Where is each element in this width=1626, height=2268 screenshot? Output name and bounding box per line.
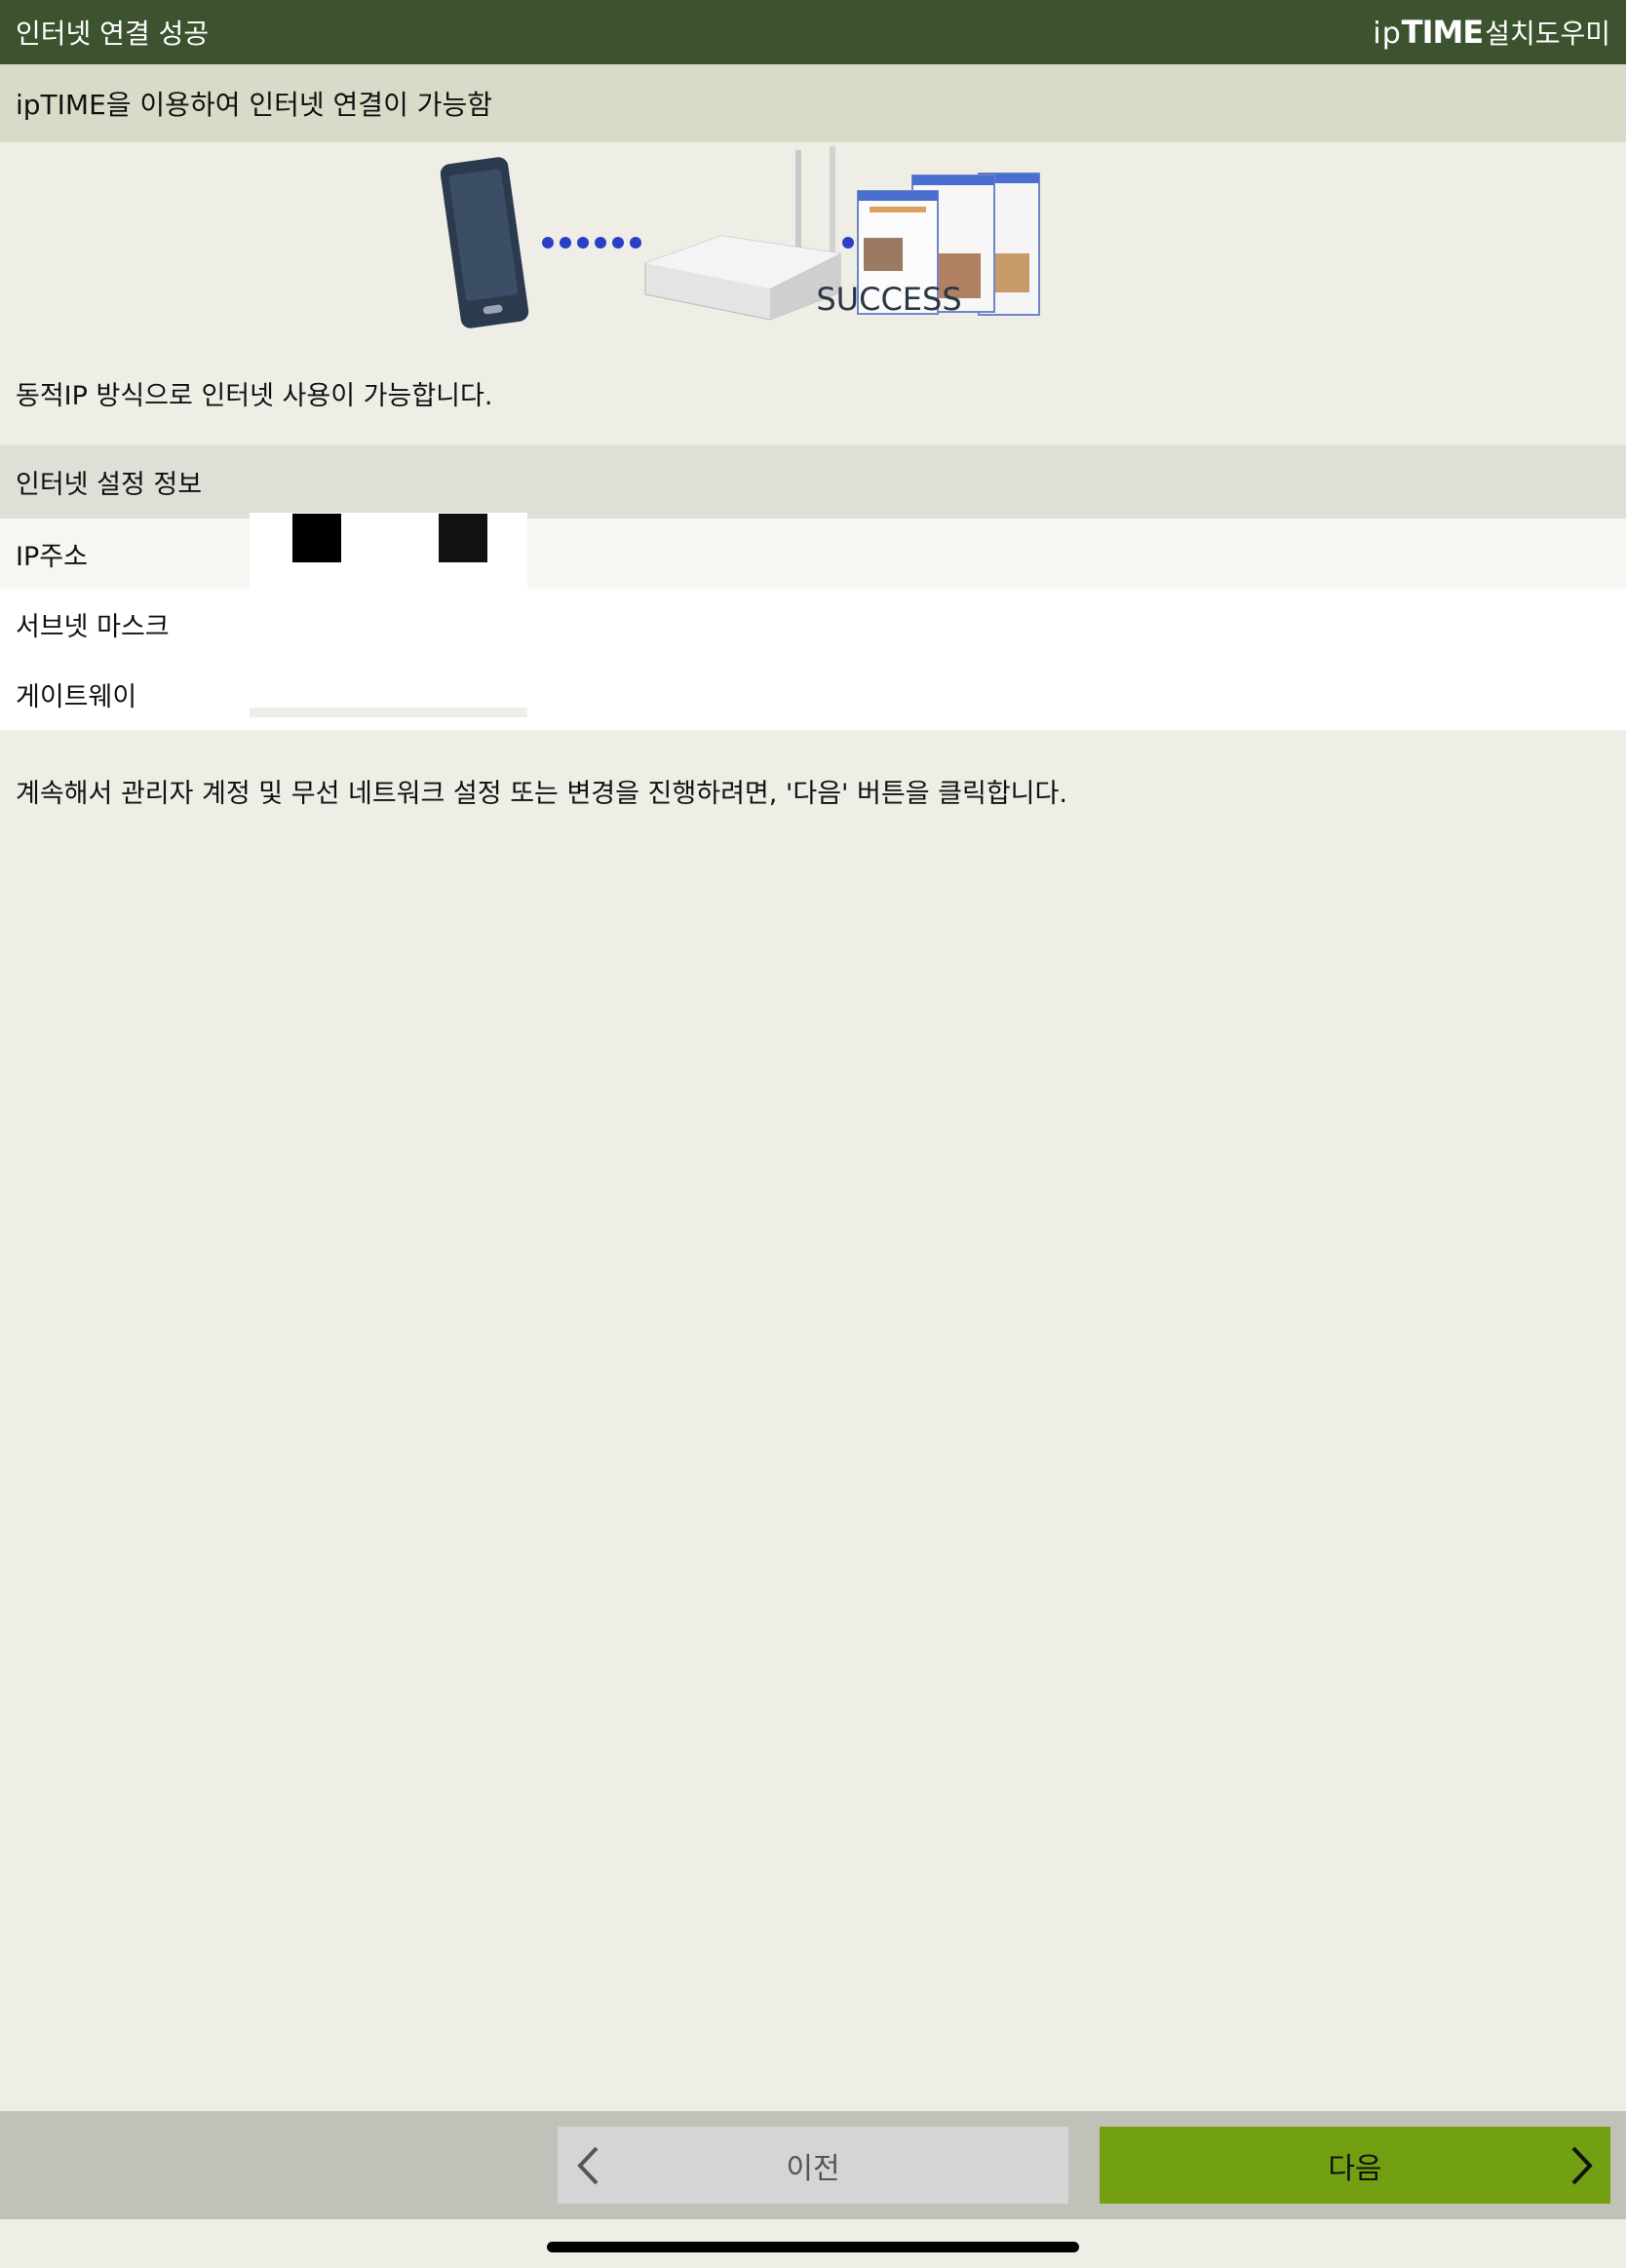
brand-time: TIME <box>1401 14 1484 51</box>
router-icon <box>644 146 841 321</box>
redacted-values-edge <box>250 708 527 717</box>
gateway-row: 게이트웨이 <box>0 659 1626 730</box>
instruction-text: 계속해서 관리자 계정 및 무선 네트워크 설정 또는 변경을 진행하려면, '… <box>16 779 1067 809</box>
redaction-block <box>439 514 487 562</box>
internet-info-heading: 인터넷 설정 정보 <box>0 445 1626 519</box>
brand-logo: ip TIME 설치도우미 <box>1373 13 1610 52</box>
connection-illustration: SUCCESS <box>440 146 1040 328</box>
subnet-mask-row: 서브넷 마스크 <box>0 589 1626 659</box>
title-bar: 인터넷 연결 성공 ip TIME 설치도우미 <box>0 0 1626 64</box>
home-indicator[interactable] <box>547 2242 1079 2252</box>
phone-icon <box>440 157 529 328</box>
subheader-text: ipTIME을 이용하여 인터넷 연결이 가능함 <box>16 89 493 121</box>
connection-dots-left <box>542 237 641 249</box>
chevron-left-icon <box>577 2146 599 2184</box>
gateway-label: 게이트웨이 <box>16 682 137 712</box>
brand-suffix: 설치도우미 <box>1485 18 1610 50</box>
next-button-label: 다음 <box>1328 2151 1382 2186</box>
ip-address-label: IP주소 <box>16 541 88 572</box>
subheader: ipTIME을 이용하여 인터넷 연결이 가능함 <box>0 64 1626 142</box>
subnet-mask-label: 서브넷 마스크 <box>16 611 170 642</box>
ip-address-row: IP주소 <box>0 519 1626 589</box>
prev-button[interactable]: 이전 <box>558 2127 1068 2204</box>
page-title: 인터넷 연결 성공 <box>16 18 210 50</box>
success-label: SUCCESS <box>816 281 961 318</box>
redaction-block <box>292 514 341 562</box>
internet-info-title: 인터넷 설정 정보 <box>16 470 203 500</box>
status-message: 동적IP 방식으로 인터넷 사용이 가능합니다. <box>16 381 493 411</box>
brand-ip: ip <box>1373 17 1402 51</box>
prev-button-label: 이전 <box>786 2151 840 2186</box>
chevron-right-icon <box>1571 2146 1593 2184</box>
next-button[interactable]: 다음 <box>1100 2127 1610 2204</box>
